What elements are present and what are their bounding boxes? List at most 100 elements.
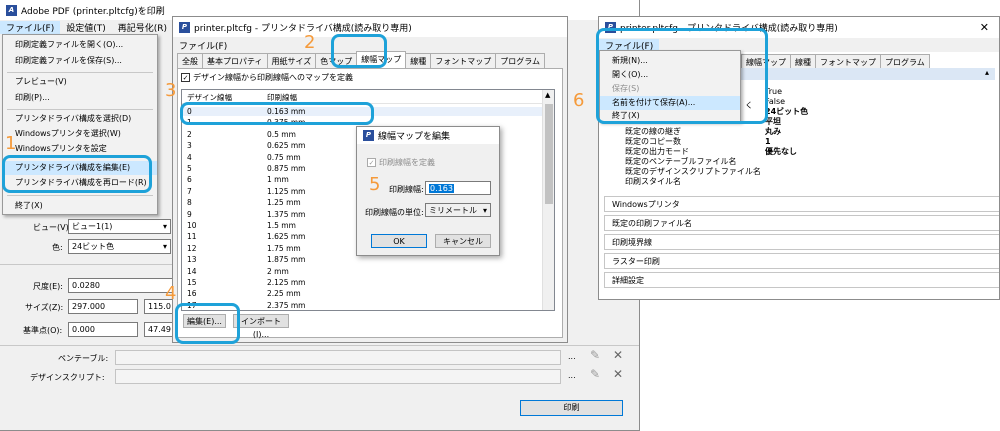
prop-pentable-file: 既定のペンテーブルファイル名 bbox=[625, 157, 737, 166]
designscript-input[interactable] bbox=[115, 369, 561, 384]
print-width-cell: 0.625 mm bbox=[267, 141, 306, 151]
define-print-width-checkbox[interactable]: ✓ 印刷線幅を定義 bbox=[367, 157, 435, 168]
chevron-down-icon: ▾ bbox=[162, 242, 167, 251]
menu-file[interactable]: ファイル(F) bbox=[0, 20, 61, 34]
view-label: ビュー(V): bbox=[33, 223, 72, 232]
size-label: サイズ(Z): bbox=[25, 303, 64, 312]
define-map-checkbox[interactable]: ✓ デザイン線幅から印刷線幅へのマップを定義 bbox=[181, 72, 353, 83]
pentable-browse[interactable]: ... bbox=[568, 352, 576, 361]
design-width-cell: 12 bbox=[187, 243, 197, 253]
section-label: ラスター印刷 bbox=[612, 257, 660, 266]
prop-value-1: False bbox=[765, 97, 786, 106]
base-y-input[interactable]: 47.49 bbox=[144, 322, 175, 337]
callout-lineweight-tab bbox=[331, 34, 387, 68]
prop-value-6: 優先なし bbox=[765, 147, 797, 156]
menu-select-driver[interactable]: プリンタドライバ構成を選択(D) bbox=[3, 112, 157, 126]
tab-paper-size[interactable]: 用紙サイズ bbox=[266, 53, 317, 68]
design-width-cell: 3 bbox=[187, 141, 192, 151]
view-select[interactable]: ビュー1(1) ▾ bbox=[68, 219, 171, 234]
step-number-2: 2 bbox=[304, 32, 316, 53]
section-windows-printer[interactable]: Windowsプリンタ▾ bbox=[604, 196, 999, 212]
ok-button[interactable]: OK bbox=[371, 234, 427, 248]
divider bbox=[0, 264, 175, 265]
section-label: 詳細設定 bbox=[612, 276, 644, 285]
close-icon[interactable]: ✕ bbox=[613, 367, 623, 381]
menu-save-def[interactable]: 印刷定義ファイルを保存(S)... bbox=[3, 54, 157, 68]
unit-select[interactable]: ミリメートル ▾ bbox=[425, 203, 491, 217]
tab-font-map[interactable]: フォントマップ bbox=[815, 54, 881, 69]
menu-exit[interactable]: 終了(X) bbox=[3, 199, 157, 213]
print-width-input[interactable]: 0.163 bbox=[425, 181, 491, 195]
base-x-input[interactable]: 0.000 bbox=[68, 322, 138, 337]
tab-program[interactable]: プログラム bbox=[495, 53, 546, 68]
tab-linetype[interactable]: 線種 bbox=[405, 53, 432, 68]
divider bbox=[0, 345, 639, 346]
app-icon: P bbox=[179, 21, 190, 33]
menu-settings[interactable]: 設定値(T) bbox=[60, 21, 112, 34]
print-width-cell: 1.75 mm bbox=[267, 243, 301, 253]
menu-file[interactable]: ファイル(F) bbox=[173, 39, 233, 52]
design-width-cell: 2 bbox=[187, 129, 192, 139]
callout-edit-button bbox=[175, 303, 240, 344]
pencil-icon[interactable]: ✎ bbox=[590, 348, 600, 362]
menu-select-windows-printer[interactable]: Windowsプリンタを選択(W) bbox=[3, 127, 157, 141]
scale-input[interactable]: 0.0280 bbox=[68, 278, 175, 293]
table-row[interactable]: 16 2.25 mm bbox=[182, 289, 554, 298]
menu-setup-windows-printer[interactable]: Windowsプリンタを設定 bbox=[3, 142, 157, 156]
tab-program[interactable]: プログラム bbox=[880, 54, 930, 69]
cancel-button[interactable]: キャンセル bbox=[435, 234, 491, 248]
print-width-cell: 2.375 mm bbox=[267, 300, 306, 310]
step-number-5: 5 bbox=[369, 174, 381, 195]
checkbox-checked-icon: ✓ bbox=[181, 73, 190, 82]
pencil-icon[interactable]: ✎ bbox=[590, 367, 600, 381]
prop-value-2: 24ビット色 bbox=[765, 107, 809, 116]
design-width-cell: 6 bbox=[187, 175, 192, 185]
chevron-up-icon[interactable]: ▴ bbox=[985, 68, 989, 77]
prop-value-5: 1 bbox=[765, 137, 771, 146]
design-width-cell: 9 bbox=[187, 209, 192, 219]
section-advanced[interactable]: 詳細設定▾ bbox=[604, 272, 999, 288]
prop-copies: 既定のコピー数 bbox=[625, 137, 681, 146]
section-print-boundary[interactable]: 印刷境界線▾ bbox=[604, 234, 999, 250]
tab-font-map[interactable]: フォントマップ bbox=[430, 53, 497, 68]
menu-open-def[interactable]: 印刷定義ファイルを開く(O)... bbox=[3, 38, 157, 52]
scrollbar[interactable]: ▲ bbox=[542, 90, 554, 310]
designscript-browse[interactable]: ... bbox=[568, 371, 576, 380]
edit-dialog-titlebar: P 線幅マップを編集 bbox=[357, 127, 499, 144]
table-row[interactable]: 14 2 mm bbox=[182, 267, 554, 276]
color-select[interactable]: 24ビット色 ▾ bbox=[68, 239, 171, 254]
table-row[interactable]: 13 1.875 mm bbox=[182, 255, 554, 264]
edit-dialog-title: 線幅マップを編集 bbox=[378, 132, 451, 142]
pentable-input[interactable] bbox=[115, 350, 561, 365]
print-window-title: Adobe PDF (printer.pltcfg)を印刷 bbox=[21, 6, 165, 17]
chevron-down-icon: ▾ bbox=[162, 222, 167, 231]
define-map-label: デザイン線幅から印刷線幅へのマップを定義 bbox=[193, 73, 353, 82]
design-width-cell: 14 bbox=[187, 266, 197, 276]
tab-basic-properties[interactable]: 基本プロパティ bbox=[202, 53, 268, 68]
print-button[interactable]: 印刷 bbox=[520, 400, 623, 416]
close-icon[interactable]: ✕ bbox=[613, 348, 623, 362]
scroll-up-icon[interactable]: ▲ bbox=[545, 91, 550, 99]
tab-linetype[interactable]: 線種 bbox=[790, 54, 816, 69]
step-number-3: 3 bbox=[165, 80, 177, 101]
scroll-thumb[interactable] bbox=[545, 104, 553, 204]
menu-preview[interactable]: プレビュー(V) bbox=[3, 75, 157, 89]
section-raster-print[interactable]: ラスター印刷▾ bbox=[604, 253, 999, 269]
menu-print[interactable]: 印刷(P)... bbox=[3, 91, 157, 105]
size-width-input[interactable]: 297.000 bbox=[68, 299, 138, 314]
design-width-cell: 11 bbox=[187, 232, 197, 242]
design-width-cell: 7 bbox=[187, 186, 192, 196]
col-print: 印刷線幅 bbox=[267, 93, 297, 102]
menu-resymbol[interactable]: 再記号化(R) bbox=[112, 21, 173, 34]
prop-designscript-file: 既定のデザインスクリプトファイル名 bbox=[625, 167, 761, 176]
print-width-cell: 1.25 mm bbox=[267, 198, 301, 208]
import-button[interactable]: インポート(I)... bbox=[233, 314, 289, 339]
app-icon: P bbox=[363, 130, 374, 141]
prop-value-4: 丸み bbox=[765, 127, 781, 136]
tab-general[interactable]: 全般 bbox=[177, 53, 203, 68]
print-width-cell: 1.125 mm bbox=[267, 186, 306, 196]
step-number-4: 4 bbox=[165, 283, 177, 304]
table-row[interactable]: 15 2.125 mm bbox=[182, 278, 554, 287]
close-icon[interactable]: ✕ bbox=[980, 21, 989, 34]
section-default-print-file[interactable]: 既定の印刷ファイル名▾ bbox=[604, 215, 999, 231]
